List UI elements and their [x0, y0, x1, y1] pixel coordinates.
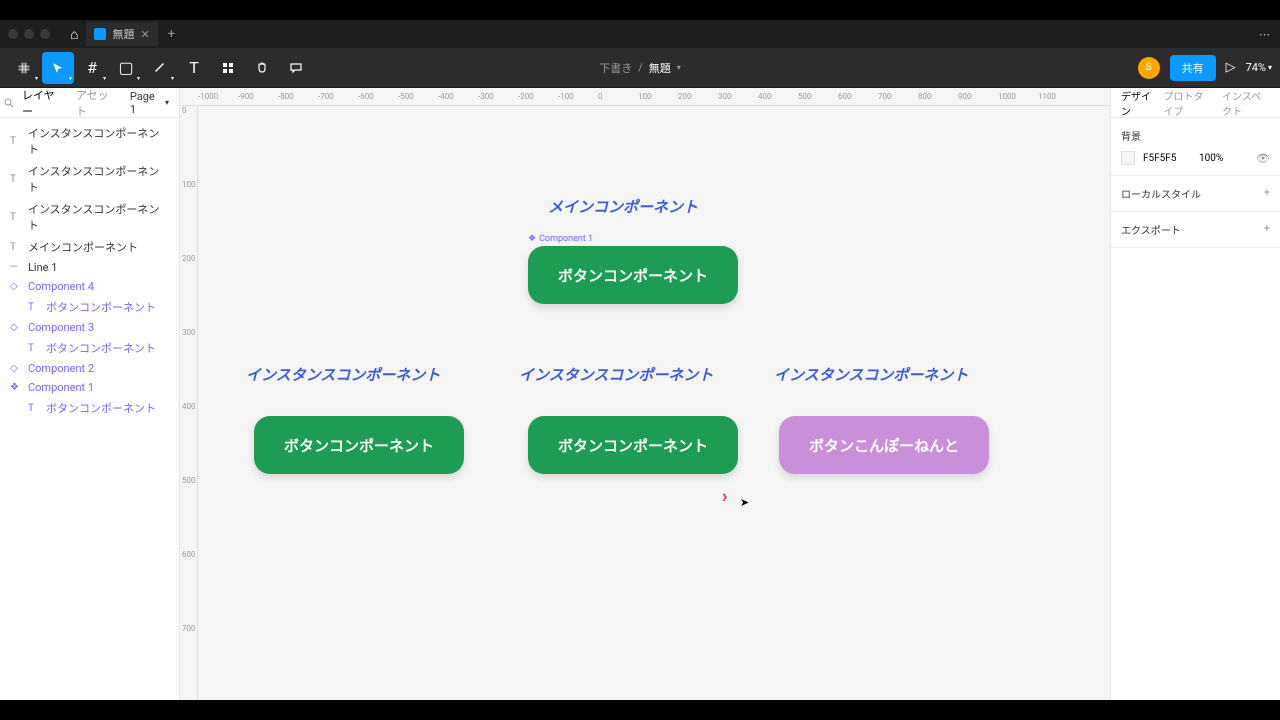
zoom-value: 74% — [1246, 61, 1266, 74]
export-title: エクスポート — [1121, 226, 1181, 237]
export-section: エクスポート + — [1111, 212, 1280, 248]
tab-prototype[interactable]: プロトタイプ — [1163, 88, 1212, 118]
layer-item[interactable]: ◇Component 2 — [0, 359, 179, 378]
share-button[interactable]: 共有 — [1170, 55, 1216, 81]
add-tab-icon[interactable]: + — [168, 27, 175, 42]
add-export-icon[interactable]: + — [1264, 222, 1270, 235]
canvas-area[interactable]: -1000-900-800-700-600-500-400-300-200-10… — [180, 88, 1110, 700]
chevron-down-icon[interactable]: ▾ — [677, 63, 681, 72]
max-dot[interactable] — [40, 29, 50, 39]
local-styles-title: ローカルスタイル — [1121, 190, 1201, 201]
layer-item[interactable]: Tメインコンポーネント — [0, 236, 179, 258]
layer-item[interactable]: Tインスタンスコンポーネント — [0, 198, 179, 236]
status-label: 下書き — [599, 60, 632, 76]
hand-tool-icon[interactable] — [246, 52, 278, 84]
layers-list: TインスタンスコンポーネントTインスタンスコンポーネントTインスタンスコンポーネ… — [0, 118, 179, 700]
file-tab[interactable]: 無題 ✕ — [86, 22, 157, 46]
layer-item[interactable]: ❖Component 1 — [0, 378, 179, 397]
layer-item[interactable]: Tボタンコンポーネント — [0, 337, 179, 359]
layer-item[interactable]: ◇Component 3 — [0, 318, 179, 337]
file-breadcrumb[interactable]: 下書き / 無題 ▾ — [599, 60, 681, 76]
toolbar: # ▢ T 下書き / 無題 ▾ S 共有 ▷ 74%▾ — [0, 48, 1280, 88]
close-dot[interactable] — [8, 29, 18, 39]
ruler-vertical: 0100200300400500600700 — [180, 106, 198, 700]
tab-design[interactable]: デザイン — [1121, 88, 1153, 118]
layer-item[interactable]: ◇Component 4 — [0, 277, 179, 296]
layer-item[interactable]: Tボタンコンポーネント — [0, 296, 179, 318]
bg-title: 背景 — [1121, 128, 1270, 143]
min-dot[interactable] — [24, 29, 34, 39]
bg-opacity-input[interactable] — [1199, 153, 1233, 164]
visibility-icon[interactable]: 👁 — [1256, 152, 1270, 165]
play-icon[interactable]: ▷ — [1226, 60, 1236, 75]
instance-button-3[interactable]: ボタンこんぽーねんと — [779, 416, 989, 474]
local-styles-section: ローカルスタイル + — [1111, 176, 1280, 212]
main-menu-icon[interactable] — [8, 52, 40, 84]
tab-inspect[interactable]: インスペクト — [1222, 88, 1270, 118]
page-selector[interactable]: Page 1▾ — [130, 90, 169, 116]
tab-layers[interactable]: レイヤー — [22, 88, 64, 119]
layer-item[interactable]: Tインスタンスコンポーネント — [0, 122, 179, 160]
instance-label-1[interactable]: インスタンスコンポーネント — [246, 364, 440, 385]
titlebar: ⌂ 無題 ✕ + ⋯ — [0, 20, 1280, 48]
main-component-label[interactable]: メインコンポーネント — [548, 196, 698, 217]
move-tool-icon[interactable] — [42, 52, 74, 84]
home-icon[interactable]: ⌂ — [70, 26, 78, 43]
left-panel: レイヤー アセット Page 1▾ TインスタンスコンポーネントTインスタンスコ… — [0, 88, 180, 700]
instance-button-2[interactable]: ボタンコンポーネント — [528, 416, 738, 474]
file-icon — [94, 28, 106, 40]
comment-tool-icon[interactable] — [280, 52, 312, 84]
main-button[interactable]: ボタンコンポーネント — [528, 246, 738, 304]
layer-item[interactable]: Tインスタンスコンポーネント — [0, 160, 179, 198]
cursor-icon: ➤ — [740, 496, 749, 509]
right-panel: デザイン プロトタイプ インスペクト 背景 👁 ローカルスタイル + エクスポー… — [1110, 88, 1280, 700]
ruler-horizontal: -1000-900-800-700-600-500-400-300-200-10… — [180, 88, 1110, 106]
bg-swatch[interactable] — [1121, 151, 1135, 165]
text-tool-icon[interactable]: T — [178, 52, 210, 84]
pen-tool-icon[interactable] — [144, 52, 176, 84]
instance-button-1[interactable]: ボタンコンポーネント — [254, 416, 464, 474]
component-icon: ❖ — [528, 234, 536, 244]
component-badge[interactable]: ❖ Component 1 — [528, 234, 593, 244]
background-section: 背景 👁 — [1111, 118, 1280, 176]
menu-icon[interactable]: ⋯ — [1259, 28, 1270, 41]
zoom-control[interactable]: 74%▾ — [1246, 61, 1272, 74]
resources-tool-icon[interactable] — [212, 52, 244, 84]
bg-hex-input[interactable] — [1143, 153, 1191, 164]
close-icon[interactable]: ✕ — [140, 28, 149, 41]
collaborator-cursor: › — [722, 486, 727, 507]
avatar[interactable]: S — [1138, 57, 1160, 79]
layer-item[interactable]: Tボタンコンポーネント — [0, 397, 179, 419]
tab-label: 無題 — [112, 26, 134, 42]
add-style-icon[interactable]: + — [1264, 186, 1270, 199]
instance-label-3[interactable]: インスタンスコンポーネント — [774, 364, 968, 385]
tab-assets[interactable]: アセット — [76, 88, 118, 119]
shape-tool-icon[interactable]: ▢ — [110, 52, 142, 84]
window-controls[interactable] — [8, 29, 50, 39]
search-icon[interactable] — [4, 98, 14, 108]
frame-tool-icon[interactable]: # — [76, 52, 108, 84]
file-name: 無題 — [649, 60, 671, 76]
layer-item[interactable]: —Line 1 — [0, 258, 179, 277]
instance-label-2[interactable]: インスタンスコンポーネント — [519, 364, 713, 385]
